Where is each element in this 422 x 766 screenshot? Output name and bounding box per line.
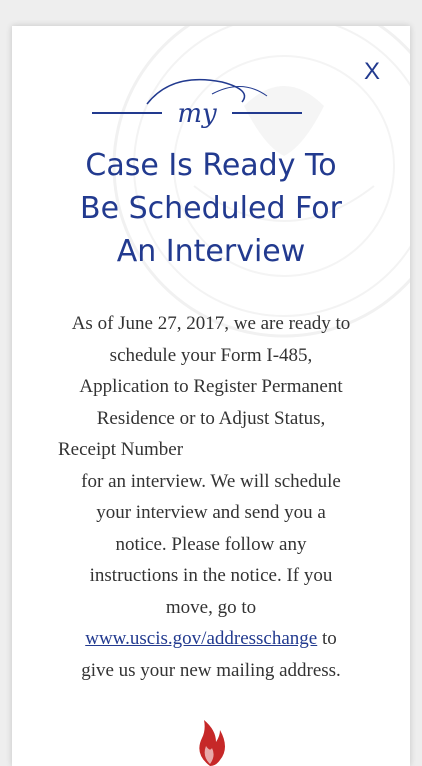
body-line: Residence or to Adjust Status, xyxy=(96,407,326,429)
case-status-modal: X my Case Is Ready To Be Scheduled For A… xyxy=(12,26,410,766)
close-button[interactable]: X xyxy=(364,58,380,86)
body-line: give us your new mailing address. xyxy=(81,659,341,681)
address-change-line: www.uscis.gov/addresschange to xyxy=(38,623,384,655)
body-line: instructions in the notice. If you xyxy=(89,565,333,586)
title-line: An Interview xyxy=(116,234,306,269)
receipt-number-label: Receipt Number xyxy=(58,439,184,460)
close-icon: X xyxy=(363,58,380,85)
case-status-body: As of June 27, 2017, we are ready to sch… xyxy=(38,308,384,686)
body-line: As of June 27, 2017, we are ready to xyxy=(71,313,351,334)
body-line: notice. Please follow any xyxy=(115,533,307,555)
body-line: move, go to xyxy=(165,596,257,618)
my-uscis-logo: my xyxy=(92,78,302,129)
address-change-link[interactable]: www.uscis.gov/addresschange xyxy=(85,628,317,649)
title-line: Case Is Ready To xyxy=(85,148,337,183)
modal-title: Case Is Ready To Be Scheduled For An Int… xyxy=(12,144,410,273)
title-line: Be Scheduled For xyxy=(80,191,342,226)
logo-text: my xyxy=(177,99,217,129)
flame-icon xyxy=(199,720,225,766)
body-line: your interview and send you a xyxy=(96,502,326,523)
body-line: Application to Register Permanent xyxy=(79,376,343,397)
body-line: for an interview. We will schedule xyxy=(81,470,341,492)
link-suffix: to xyxy=(317,628,337,649)
body-line: schedule your Form I-485, xyxy=(109,344,313,366)
